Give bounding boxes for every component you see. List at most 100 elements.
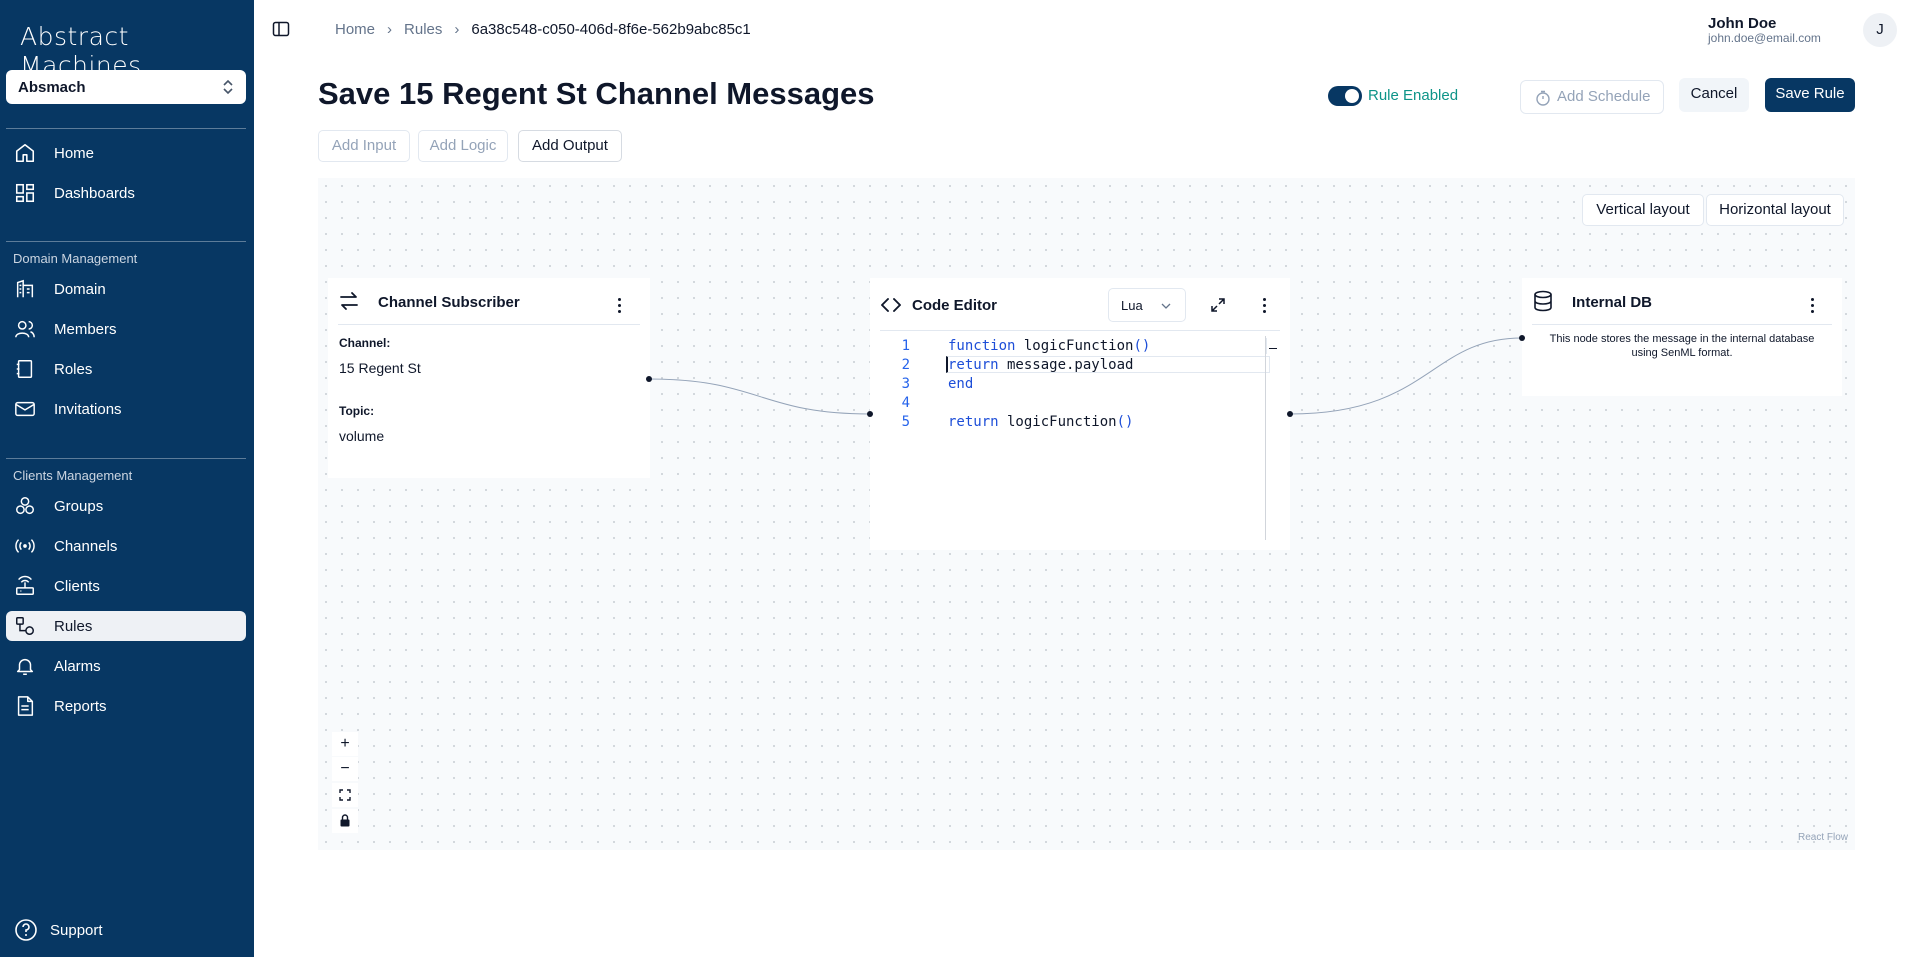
database-icon — [1534, 290, 1552, 312]
code-line: return message.payload — [948, 357, 1134, 373]
sidebar-item-label: Roles — [54, 361, 93, 378]
workspace-select[interactable]: Absmach — [6, 70, 246, 104]
internal-db-node[interactable]: Internal DB This node stores the message… — [1522, 278, 1842, 396]
line-number: 5 — [901, 414, 910, 430]
language-value: Lua — [1121, 298, 1143, 313]
zoom-in-button[interactable]: + — [332, 732, 358, 756]
breadcrumb: Home › Rules › 6a38c548-c050-406d-8f6e-5… — [335, 21, 751, 38]
support-label: Support — [50, 922, 103, 939]
save-rule-button[interactable]: Save Rule — [1765, 78, 1855, 112]
topic-label: Topic: — [339, 404, 375, 418]
groups-icon — [16, 497, 34, 515]
sidebar-item-channels[interactable]: Channels — [6, 531, 246, 561]
code-line: return logicFunction() — [948, 414, 1134, 430]
node-title: Channel Subscriber — [378, 294, 520, 311]
editor-scrollbar[interactable] — [1265, 336, 1266, 540]
radio-icon — [15, 539, 35, 553]
more-vertical-icon[interactable] — [1811, 298, 1815, 314]
sidebar-item-invitations[interactable]: Invitations — [6, 394, 246, 424]
arrows-exchange-icon — [340, 292, 358, 310]
rule-enabled-label: Rule Enabled — [1368, 87, 1459, 104]
add-input-button[interactable]: Add Input — [318, 130, 410, 162]
chevron-right-icon: › — [454, 21, 460, 38]
help-icon — [15, 919, 37, 941]
chevron-right-icon: › — [387, 21, 393, 38]
breadcrumb-home[interactable]: Home — [335, 21, 375, 38]
sidebar-item-label: Rules — [54, 618, 93, 635]
db-description: This node stores the message in the inte… — [1549, 333, 1815, 359]
add-output-button[interactable]: Add Output — [518, 130, 622, 162]
sidebar-item-reports[interactable]: Reports — [6, 691, 246, 721]
timer-icon — [1536, 90, 1550, 106]
sidebar-item-label: Channels — [54, 538, 118, 555]
sidebar-item-label: Dashboards — [54, 185, 135, 202]
sidebar-item-label: Members — [54, 321, 117, 338]
sidebar-divider — [6, 458, 246, 459]
add-logic-button[interactable]: Add Logic — [418, 130, 508, 162]
rule-enabled-toggle[interactable] — [1328, 86, 1362, 106]
router-icon — [16, 575, 34, 595]
sidebar-item-alarms[interactable]: Alarms — [6, 651, 246, 681]
home-icon — [15, 143, 35, 163]
expand-icon[interactable] — [1210, 297, 1226, 313]
sidebar-divider — [6, 128, 246, 129]
sidebar-divider — [6, 241, 246, 242]
members-icon — [15, 320, 35, 338]
cancel-button[interactable]: Cancel — [1679, 78, 1749, 112]
sidebar-item-label: Alarms — [54, 658, 101, 675]
breadcrumb-rules[interactable]: Rules — [404, 21, 442, 38]
sidebar-item-home[interactable]: Home — [6, 138, 246, 168]
sidebar-toggle-icon[interactable] — [272, 20, 290, 38]
db-input-handle[interactable] — [1519, 335, 1525, 341]
sidebar: Abstract Machines Absmach Home Dashboard… — [0, 0, 254, 957]
editor-input-handle[interactable] — [867, 411, 873, 417]
vertical-layout-button[interactable]: Vertical layout — [1582, 194, 1704, 226]
fit-view-button[interactable] — [332, 783, 358, 807]
node-divider — [880, 330, 1280, 331]
more-vertical-icon[interactable] — [1263, 298, 1267, 314]
minimap[interactable] — [1266, 338, 1279, 354]
bell-icon — [16, 658, 34, 675]
react-flow-attribution[interactable]: React Flow — [1798, 832, 1848, 843]
sidebar-item-roles[interactable]: Roles — [6, 354, 246, 384]
lock-button[interactable] — [332, 809, 358, 833]
sidebar-item-domain[interactable]: Domain — [6, 274, 246, 304]
user-info[interactable]: John Doe john.doe@email.com — [1708, 15, 1821, 45]
sidebar-item-members[interactable]: Members — [6, 314, 246, 344]
node-title: Code Editor — [912, 297, 997, 314]
channel-subscriber-node[interactable]: Channel Subscriber Channel: 15 Regent St… — [328, 278, 650, 478]
workspace-name: Absmach — [18, 79, 86, 96]
horizontal-layout-button[interactable]: Horizontal layout — [1706, 194, 1844, 226]
add-schedule-button[interactable]: Add Schedule — [1520, 80, 1664, 114]
dashboard-icon — [15, 183, 35, 203]
code-editor-node[interactable]: Code Editor Lua 1 function logicFunction… — [870, 278, 1290, 550]
roles-icon — [16, 360, 33, 378]
zoom-out-button[interactable]: − — [332, 757, 358, 781]
sidebar-item-rules[interactable]: Rules — [6, 611, 246, 641]
more-vertical-icon[interactable] — [618, 298, 622, 314]
channel-label: Channel: — [339, 336, 391, 350]
section-label-domain: Domain Management — [13, 251, 138, 266]
code-line: end — [948, 376, 974, 392]
sidebar-item-groups[interactable]: Groups — [6, 491, 246, 521]
sidebar-item-label: Home — [54, 145, 95, 162]
subscriber-output-handle[interactable] — [646, 376, 652, 382]
code-icon — [881, 298, 901, 312]
sidebar-item-label: Domain — [54, 281, 106, 298]
avatar[interactable]: J — [1863, 13, 1897, 47]
code-line: function logicFunction() — [948, 338, 1151, 354]
language-select[interactable]: Lua — [1108, 288, 1186, 322]
line-number: 1 — [901, 338, 910, 354]
line-number: 2 — [901, 357, 910, 373]
sidebar-item-label: Reports — [54, 698, 107, 715]
user-name: John Doe — [1708, 15, 1777, 32]
sidebar-item-clients[interactable]: Clients — [6, 571, 246, 601]
code-area[interactable]: 1 function logicFunction() 2 return mess… — [870, 336, 1277, 548]
sidebar-item-dashboards[interactable]: Dashboards — [6, 178, 246, 208]
fit-view-icon — [339, 789, 351, 801]
topic-value: volume — [339, 428, 385, 444]
sidebar-item-label: Clients — [54, 578, 100, 595]
chevron-down-icon — [1161, 303, 1171, 309]
node-title: Internal DB — [1572, 294, 1653, 311]
editor-output-handle[interactable] — [1287, 411, 1293, 417]
